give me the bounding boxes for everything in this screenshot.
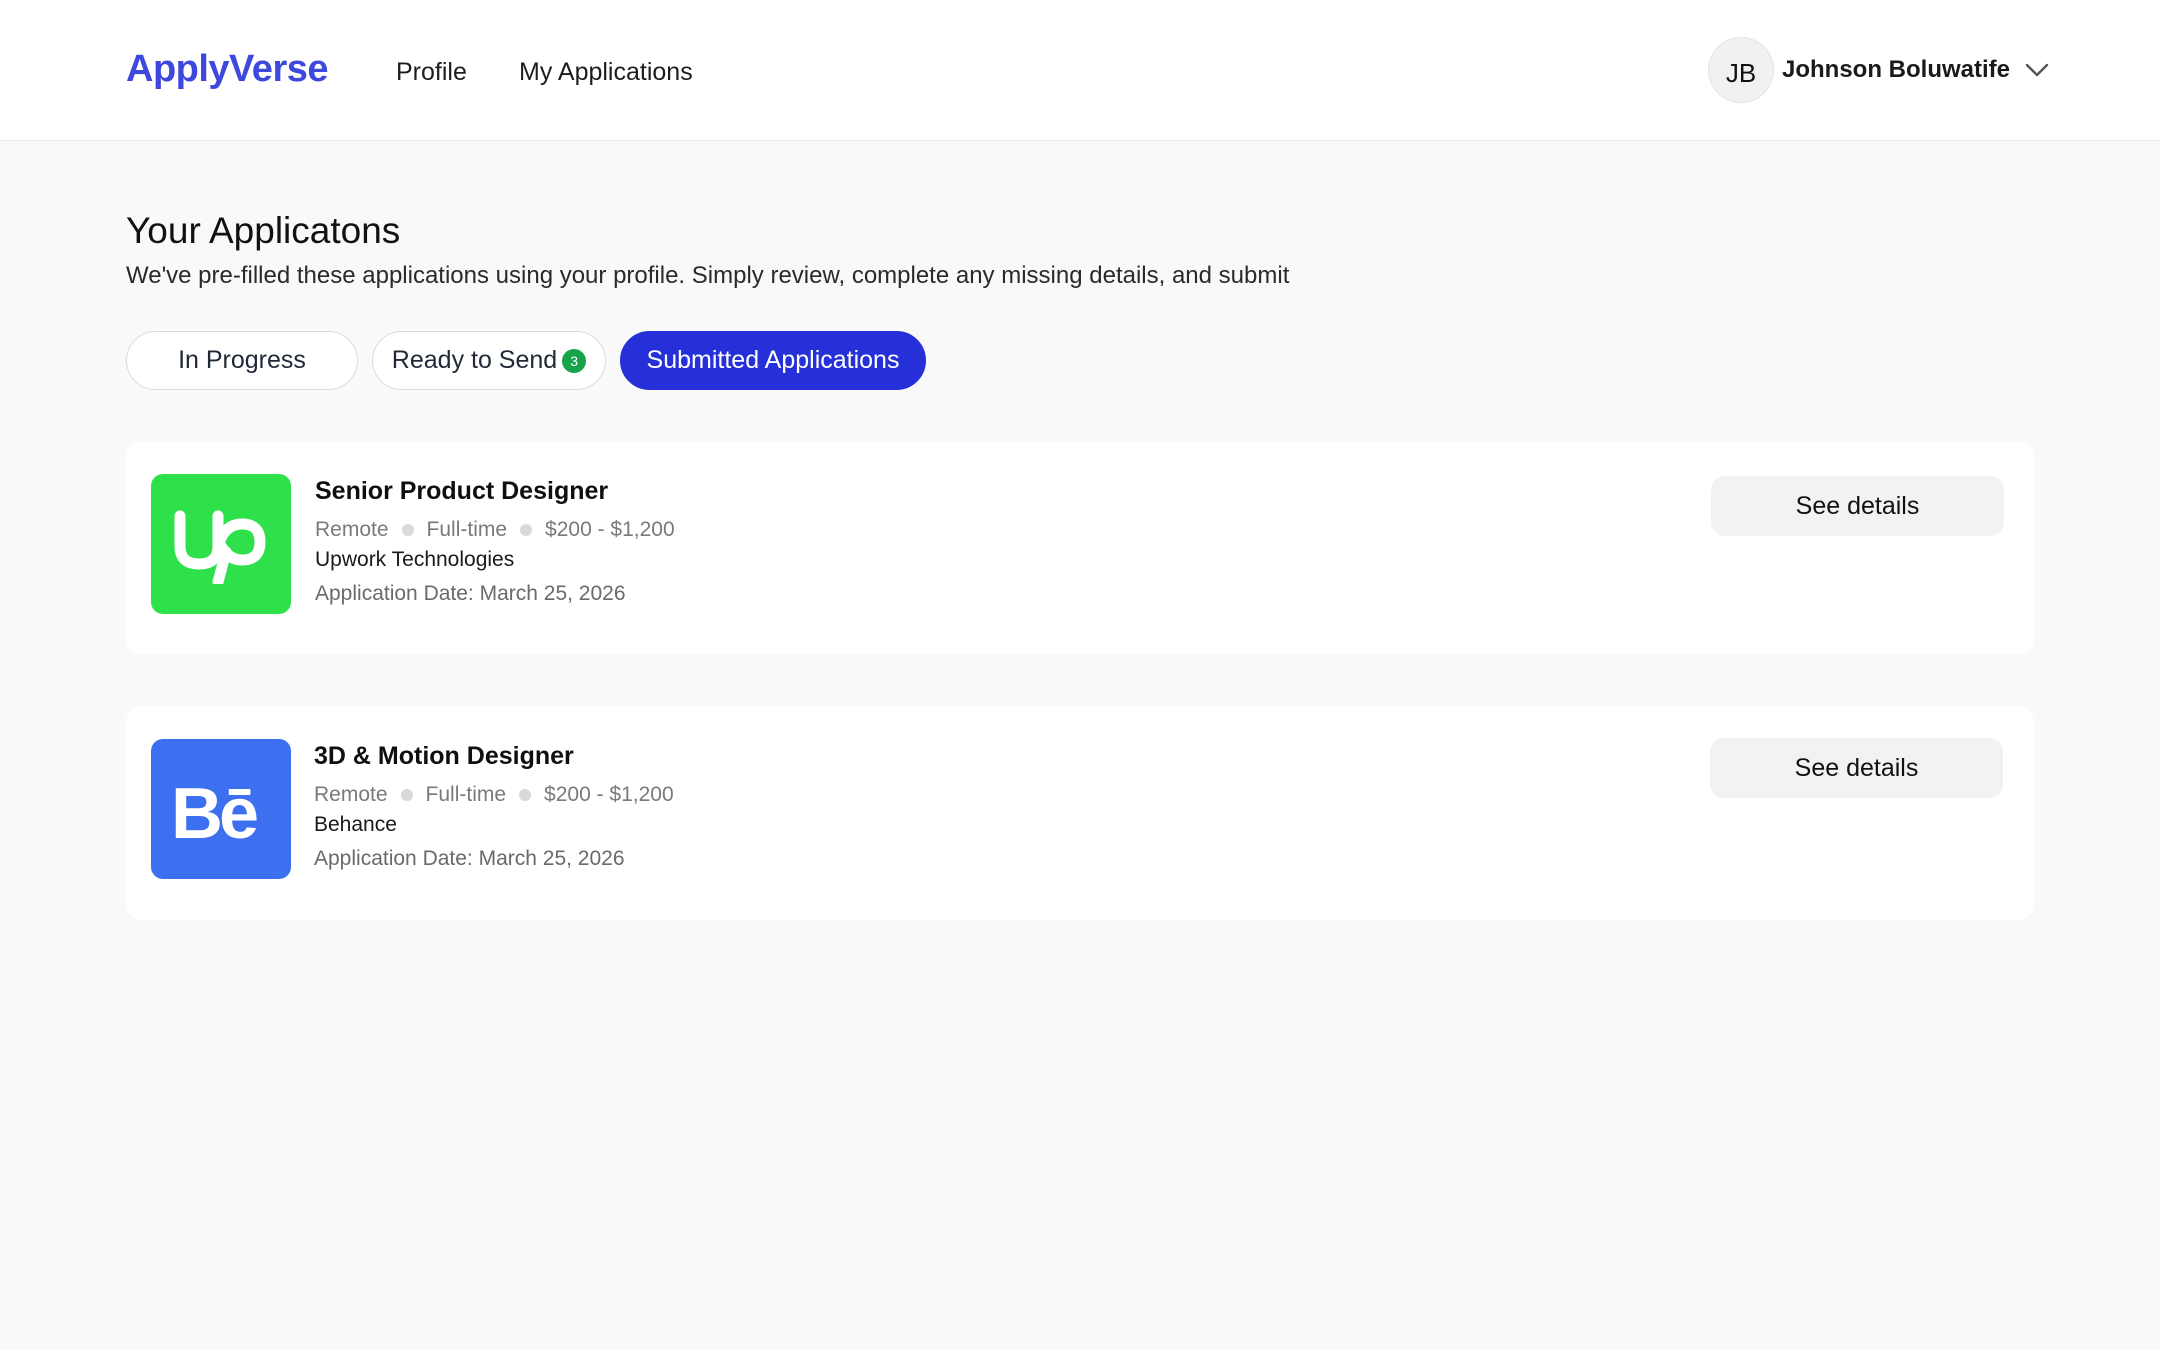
job-title: Senior Product Designer <box>315 477 609 505</box>
job-type: Full-time <box>426 518 508 541</box>
job-title: 3D & Motion Designer <box>314 742 574 770</box>
nav-link-profile[interactable]: Profile <box>396 58 467 87</box>
separator-dot <box>520 524 533 536</box>
chevron-down-icon[interactable] <box>2024 57 2050 83</box>
see-details-button[interactable]: See details <box>1710 738 2003 798</box>
application-date: Application Date: March 25, 2026 <box>314 847 625 870</box>
tab-label: Ready to Send <box>391 346 558 374</box>
user-name: Johnson Boluwatife <box>1782 56 2010 83</box>
job-salary: $200 - $1,200 <box>545 518 675 541</box>
user-menu[interactable]: JB Johnson Boluwatife <box>1708 36 2050 104</box>
application-card: Bē 3D & Motion Designer Remote Full-time… <box>126 706 2034 920</box>
page-title: Your Applicatons <box>126 210 401 251</box>
application-info: Senior Product Designer Remote Full-time… <box>315 477 675 616</box>
behance-logo-icon: Bē <box>151 739 291 879</box>
svg-text:Bē: Bē <box>171 774 257 844</box>
upwork-logo-icon <box>151 474 291 614</box>
nav-link-my-applications[interactable]: My Applications <box>519 58 693 87</box>
job-meta: Remote Full-time $200 - $1,200 <box>314 778 674 812</box>
separator-dot <box>400 789 413 801</box>
company-name: Upwork Technologies <box>315 548 515 571</box>
tab-ready-to-send[interactable]: Ready to Send 3 <box>372 331 606 390</box>
job-salary: $200 - $1,200 <box>544 783 674 806</box>
tab-label: In Progress <box>178 346 306 374</box>
application-card: Senior Product Designer Remote Full-time… <box>126 441 2034 655</box>
separator-dot <box>519 789 532 801</box>
job-meta: Remote Full-time $200 - $1,200 <box>315 513 675 547</box>
application-date: Application Date: March 25, 2026 <box>315 582 626 605</box>
avatar-initials: JB <box>1725 57 1757 88</box>
top-navigation-bar: ApplyVerse Profile My Applications JB Jo… <box>0 0 2160 141</box>
tab-in-progress[interactable]: In Progress <box>126 331 358 390</box>
separator-dot <box>401 524 414 536</box>
company-name: Behance <box>314 813 397 836</box>
brand-logo[interactable]: ApplyVerse <box>126 48 329 91</box>
application-info: 3D & Motion Designer Remote Full-time $2… <box>314 742 674 881</box>
tab-submitted-applications[interactable]: Submitted Applications <box>620 331 926 390</box>
job-type: Full-time <box>425 783 507 806</box>
job-location: Remote <box>314 783 388 806</box>
count-badge: 3 <box>562 348 587 373</box>
job-location: Remote <box>315 518 389 541</box>
see-details-button[interactable]: See details <box>1711 476 2004 536</box>
tab-label: Submitted Applications <box>646 346 900 374</box>
avatar: JB <box>1708 37 1774 103</box>
page-subtitle: We've pre-filled these applications usin… <box>126 262 1290 289</box>
